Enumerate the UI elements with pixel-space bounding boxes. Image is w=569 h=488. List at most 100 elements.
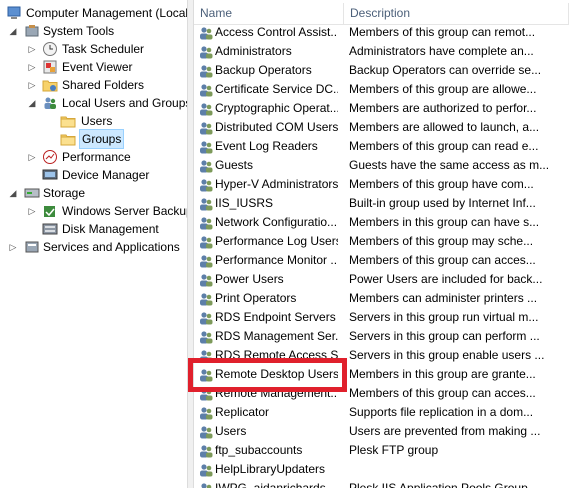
group-row[interactable]: Backup Operators Backup Operators can ove… bbox=[194, 61, 569, 80]
group-name: ftp_subaccounts bbox=[215, 443, 303, 457]
group-name: Guests bbox=[215, 158, 254, 172]
group-name: IIS_IUSRS bbox=[215, 196, 274, 210]
group-description: Members are allowed to launch, a... bbox=[349, 120, 540, 134]
tree-item-computer-management[interactable]: Computer Management (Local bbox=[0, 4, 187, 22]
group-name: Hyper-V Administrators bbox=[215, 177, 338, 191]
column-header-description[interactable]: Description bbox=[344, 3, 569, 24]
shared-folders-icon bbox=[42, 77, 58, 93]
group-description: Users are prevented from making ... bbox=[349, 424, 541, 438]
expand-arrow-icon[interactable]: ▷ bbox=[27, 202, 37, 220]
group-name: IWPG_aidanrichards bbox=[215, 481, 326, 488]
user-group-icon bbox=[198, 367, 214, 383]
group-row[interactable]: IWPG_aidanrichards Plesk IIS Application … bbox=[194, 479, 569, 488]
list-header: Name Description bbox=[194, 3, 569, 25]
group-description: Members are authorized to perfor... bbox=[349, 101, 537, 115]
group-row[interactable]: Administrators Administrators have comple… bbox=[194, 42, 569, 61]
tree-item-performance[interactable]: ▷ Performance bbox=[0, 148, 187, 166]
event-viewer-icon bbox=[42, 59, 58, 75]
tree-item-task-scheduler[interactable]: ▷ Task Scheduler bbox=[0, 40, 187, 58]
user-group-icon bbox=[198, 63, 214, 79]
group-row[interactable]: Performance Log Users Members of this gro… bbox=[194, 232, 569, 251]
group-row[interactable]: Event Log Readers Members of this group c… bbox=[194, 137, 569, 156]
group-row[interactable]: IIS_IUSRS Built-in group used by Internet… bbox=[194, 194, 569, 213]
local-users-groups-icon bbox=[42, 95, 58, 111]
group-row[interactable]: Certificate Service DC... Members of this… bbox=[194, 80, 569, 99]
folder-icon bbox=[60, 131, 76, 147]
tree-item-shared-folders[interactable]: ▷ Shared Folders bbox=[0, 76, 187, 94]
tree-item-event-viewer[interactable]: ▷ Event Viewer bbox=[0, 58, 187, 76]
tree-item-label: Storage bbox=[43, 186, 86, 200]
group-row[interactable]: Replicator Supports file replication in a… bbox=[194, 403, 569, 422]
group-row[interactable]: RDS Management Ser... Servers in this gro… bbox=[194, 327, 569, 346]
group-name: Print Operators bbox=[215, 291, 297, 305]
tree-item-device-manager[interactable]: Device Manager bbox=[0, 166, 187, 184]
tree-item-windows-server-backup[interactable]: ▷ Windows Server Backup bbox=[0, 202, 187, 220]
tree-item-groups[interactable]: Groups bbox=[0, 129, 187, 149]
group-row[interactable]: Performance Monitor ... Members of this g… bbox=[194, 251, 569, 270]
group-name: Performance Monitor ... bbox=[215, 253, 338, 267]
group-row[interactable]: RDS Remote Access S... Servers in this gr… bbox=[194, 346, 569, 365]
tree-item-system-tools[interactable]: ◢ System Tools bbox=[0, 22, 187, 40]
group-row[interactable]: Power Users Power Users are included for … bbox=[194, 270, 569, 289]
tree-item-label: Shared Folders bbox=[62, 78, 145, 92]
group-row[interactable]: RDS Endpoint Servers Servers in this grou… bbox=[194, 308, 569, 327]
computer-management-icon bbox=[6, 5, 22, 21]
group-row[interactable]: HelpLibraryUpdaters bbox=[194, 460, 569, 479]
tree-item-label: Windows Server Backup bbox=[62, 204, 187, 218]
group-name: RDS Remote Access S... bbox=[215, 348, 338, 362]
group-row[interactable]: Cryptographic Operat... Members are autho… bbox=[194, 99, 569, 118]
tree-item-storage[interactable]: ◢ Storage bbox=[0, 184, 187, 202]
tree-item-label: Users bbox=[81, 114, 113, 128]
expand-arrow-icon[interactable]: ▷ bbox=[27, 40, 37, 58]
user-group-icon bbox=[198, 101, 214, 117]
group-row[interactable]: Hyper-V Administrators Members of this gr… bbox=[194, 175, 569, 194]
group-row[interactable]: Print Operators Members can administer pr… bbox=[194, 289, 569, 308]
group-row[interactable]: ftp_subaccounts Plesk FTP group bbox=[194, 441, 569, 460]
user-group-icon bbox=[198, 386, 214, 402]
group-description: Servers in this group run virtual m... bbox=[349, 310, 539, 324]
tree-item-label: Services and Applications bbox=[43, 240, 180, 254]
tree-item-services-applications[interactable]: ▷ Services and Applications bbox=[0, 238, 187, 256]
group-row[interactable]: Distributed COM Users Members are allowed… bbox=[194, 118, 569, 137]
group-row[interactable]: Users Users are prevented from making ... bbox=[194, 422, 569, 441]
services-applications-icon bbox=[24, 239, 40, 255]
group-description: Power Users are included for back... bbox=[349, 272, 543, 286]
expand-arrow-icon[interactable]: ▷ bbox=[27, 76, 37, 94]
group-row[interactable]: Guests Guests have the same access as m..… bbox=[194, 156, 569, 175]
group-description: Servers in this group can perform ... bbox=[349, 329, 540, 343]
expand-arrow-icon[interactable]: ▷ bbox=[8, 238, 18, 256]
group-row[interactable]: Network Configuratio... Members in this g… bbox=[194, 213, 569, 232]
group-description: Members of this group are allowe... bbox=[349, 82, 537, 96]
tree-item-label: Device Manager bbox=[62, 168, 150, 182]
storage-icon bbox=[24, 185, 40, 201]
group-row[interactable]: Remote Management... Members of this grou… bbox=[194, 384, 569, 403]
group-name: Users bbox=[215, 424, 247, 438]
tree-item-local-users-groups[interactable]: ◢ Local Users and Groups bbox=[0, 94, 187, 112]
column-header-name[interactable]: Name bbox=[194, 3, 344, 24]
group-description: Members in this group can have s... bbox=[349, 215, 540, 229]
group-name: Cryptographic Operat... bbox=[215, 101, 338, 115]
tree-item-users[interactable]: Users bbox=[0, 112, 187, 130]
user-group-icon bbox=[198, 443, 214, 459]
pane-splitter[interactable] bbox=[187, 0, 194, 488]
performance-icon bbox=[42, 149, 58, 165]
tree-item-disk-management[interactable]: Disk Management bbox=[0, 220, 187, 238]
group-row[interactable]: Access Control Assist... Members of this … bbox=[194, 23, 569, 42]
expand-arrow-icon[interactable]: ▷ bbox=[27, 148, 37, 166]
tree-item-label: Groups bbox=[79, 129, 125, 149]
group-description: Plesk FTP group bbox=[349, 443, 439, 457]
groups-list-view: Name Description Access Control Assist..… bbox=[194, 0, 569, 488]
user-group-icon bbox=[198, 139, 214, 155]
group-row[interactable]: Remote Desktop Users Members in this grou… bbox=[194, 365, 569, 384]
group-description: Built-in group used by Internet Inf... bbox=[349, 196, 536, 210]
collapse-arrow-icon[interactable]: ◢ bbox=[8, 184, 18, 202]
group-name: Remote Management... bbox=[215, 386, 338, 400]
tree-item-label: Disk Management bbox=[62, 222, 159, 236]
expand-arrow-icon[interactable]: ▷ bbox=[27, 58, 37, 76]
tree-item-label: Computer Management (Local bbox=[26, 6, 187, 20]
collapse-arrow-icon[interactable]: ◢ bbox=[8, 22, 18, 40]
collapse-arrow-icon[interactable]: ◢ bbox=[27, 94, 37, 112]
group-description: Members of this group can remot... bbox=[349, 25, 536, 39]
tree-item-label: Local Users and Groups bbox=[62, 96, 187, 110]
tree-item-label: Event Viewer bbox=[62, 60, 133, 74]
